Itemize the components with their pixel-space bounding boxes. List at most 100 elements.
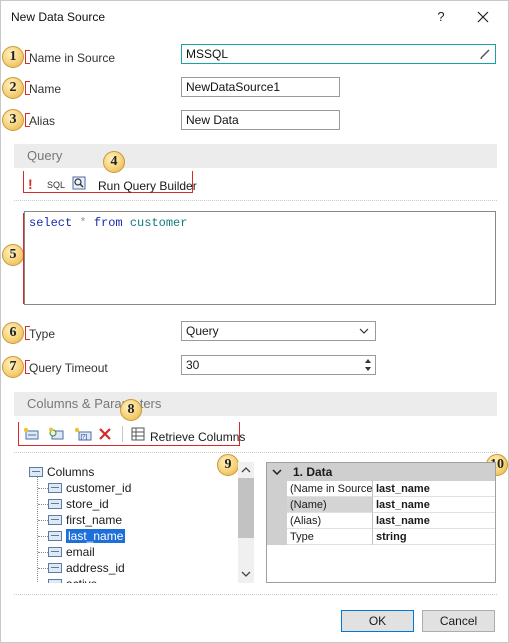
tree-item[interactable]: email [48, 544, 95, 560]
callout-marker-2: 2 [2, 77, 24, 99]
property-grid[interactable]: 1. Data (Name in Source last_name (Name)… [266, 462, 496, 583]
scroll-thumb[interactable] [238, 478, 254, 538]
tree-item-label: active [66, 577, 97, 583]
property-category-header[interactable]: 1. Data [267, 463, 495, 481]
tree-item-selected[interactable]: last_name [48, 528, 126, 544]
query-timeout-spinner[interactable]: 30 [181, 355, 376, 375]
column-icon [48, 499, 62, 509]
param-badge: [?] [81, 435, 88, 441]
property-key: (Name in Source [287, 481, 373, 497]
pencil-icon[interactable] [479, 48, 491, 60]
tree-item[interactable]: store_id [48, 496, 109, 512]
footer-separator [14, 594, 497, 595]
query-toolbar-separator [14, 200, 497, 201]
tree-root-columns[interactable]: Columns [29, 464, 94, 480]
ok-button[interactable]: OK [341, 610, 414, 632]
spin-up-icon[interactable] [364, 358, 372, 364]
name-input[interactable]: NewDataSource1 [181, 77, 340, 97]
chevron-down-icon [359, 328, 369, 334]
property-value[interactable]: last_name [373, 481, 495, 497]
title-bar: New Data Source ? [1, 1, 508, 33]
name-label: Name [29, 82, 62, 96]
column-icon [48, 579, 62, 583]
tree-item-label: customer_id [66, 481, 132, 495]
tree-scrollbar[interactable] [238, 462, 254, 583]
property-row[interactable]: Type string [267, 529, 495, 545]
tree-item-label: first_name [66, 513, 123, 527]
tree-item[interactable]: address_id [48, 560, 125, 576]
cancel-button[interactable]: Cancel [422, 610, 495, 632]
delete-x-icon [99, 428, 111, 440]
property-value[interactable]: string [373, 529, 495, 545]
tree-connector [38, 536, 48, 537]
name-value: NewDataSource1 [186, 80, 281, 94]
tree-line-vertical [37, 477, 38, 582]
tree-root-label: Columns [47, 465, 95, 479]
alias-value: New Data [186, 113, 239, 127]
property-row[interactable]: (Name in Source last_name [267, 481, 495, 497]
close-icon [477, 11, 489, 23]
tree-item-label: store_id [66, 497, 109, 511]
tree-item[interactable]: customer_id [48, 480, 131, 496]
delete-button[interactable] [98, 427, 112, 445]
exclamation-icon[interactable]: ! [28, 175, 33, 193]
sql-keyword-select: select [29, 216, 73, 230]
property-category-title: 1. Data [293, 465, 333, 479]
columns-tree[interactable]: Columns customer_id store_id first_name … [25, 461, 255, 583]
property-row[interactable]: (Name) last_name [267, 497, 495, 513]
tree-connector [38, 488, 48, 489]
callout-marker-4: 4 [103, 151, 125, 173]
column-icon [48, 531, 62, 541]
collapse-chevron-icon[interactable] [272, 469, 282, 475]
add-parameter-button[interactable]: [?] [74, 427, 92, 445]
retrieve-columns-button[interactable]: Retrieve Columns [150, 428, 245, 446]
sql-keyword-from: from [93, 216, 123, 230]
tree-connector [38, 552, 48, 553]
callout-marker-3: 3 [2, 109, 24, 131]
property-row[interactable]: (Alias) last_name [267, 513, 495, 529]
magnifier-window-icon [72, 176, 86, 190]
query-builder-icon[interactable] [72, 176, 88, 194]
sql-editor[interactable]: select * from customer [24, 211, 496, 305]
scroll-up-icon[interactable] [241, 466, 251, 473]
type-select[interactable]: Query [181, 321, 376, 341]
property-key: (Name) [287, 497, 373, 513]
query-section-header: Query [14, 144, 497, 168]
name-in-source-value: MSSQL [186, 47, 229, 61]
property-value[interactable]: last_name [373, 513, 495, 529]
alias-label: Alias [29, 114, 56, 128]
tree-item[interactable]: active [48, 576, 97, 583]
scroll-down-icon[interactable] [241, 571, 251, 578]
callout-marker-8: 8 [120, 399, 142, 421]
sql-button[interactable]: SQL [47, 176, 65, 194]
tree-item[interactable]: first_name [48, 512, 122, 528]
window-title: New Data Source [11, 10, 106, 24]
calculated-column-icon [49, 427, 64, 440]
property-key: (Alias) [287, 513, 373, 529]
alias-input[interactable]: New Data [181, 110, 340, 130]
close-button[interactable] [472, 7, 494, 27]
tree-connector [38, 568, 48, 569]
run-query-builder-button[interactable]: Run Query Builder [98, 177, 197, 195]
help-button[interactable]: ? [431, 7, 451, 27]
columns-folder-icon [29, 467, 43, 477]
tree-connector [38, 520, 48, 521]
query-section-title: Query [27, 148, 63, 163]
callout-marker-1: 1 [2, 46, 24, 68]
property-key: Type [287, 529, 373, 545]
column-icon [48, 515, 62, 525]
add-column-button[interactable] [23, 427, 39, 445]
sql-star: * [79, 216, 87, 230]
add-column-icon [23, 427, 39, 440]
add-calculated-column-button[interactable] [48, 427, 64, 445]
name-in-source-input[interactable]: MSSQL [181, 44, 496, 64]
column-icon [48, 563, 62, 573]
callout-marker-6: 6 [2, 322, 24, 344]
property-value[interactable]: last_name [373, 497, 495, 513]
columns-section-header: Columns & Parameters [14, 392, 497, 416]
retrieve-columns-icon-button[interactable] [131, 427, 147, 445]
tree-item-label: last_name [66, 529, 126, 543]
type-label: Type [29, 327, 56, 341]
tree-item-label: email [66, 545, 95, 559]
spin-down-icon[interactable] [364, 366, 372, 372]
